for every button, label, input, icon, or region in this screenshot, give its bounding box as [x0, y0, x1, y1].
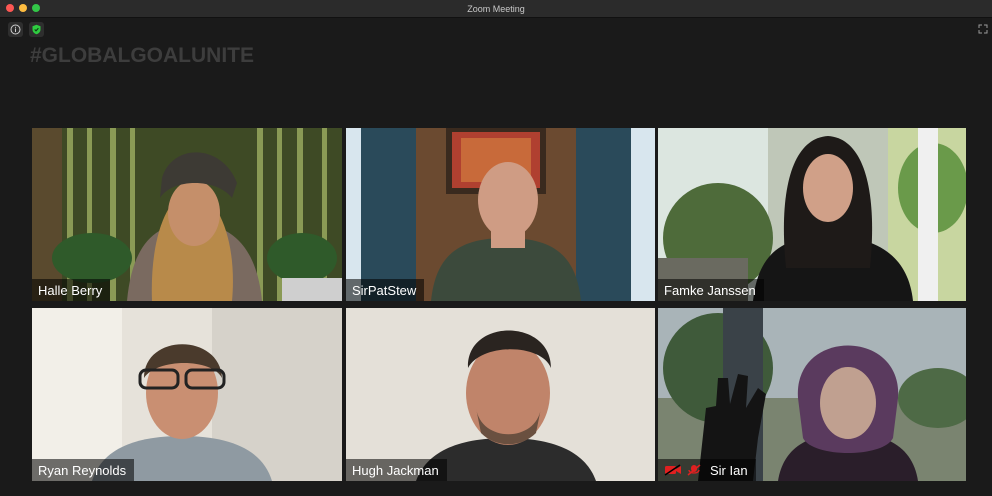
maximize-button[interactable] [32, 4, 40, 12]
event-hashtag: #GLOBALGOALUNITE [30, 44, 254, 67]
participant-name: Halle Berry [38, 282, 103, 298]
meeting-info-button[interactable] [8, 22, 23, 37]
video-tile-sirpatstew[interactable]: SirPatStew [346, 128, 655, 301]
shield-icon [32, 24, 41, 35]
video-feed [658, 308, 966, 481]
participant-name: Sir Ian [710, 462, 748, 478]
video-tile-hugh-jackman[interactable]: Hugh Jackman [346, 308, 655, 481]
video-feed [658, 128, 966, 301]
participant-nameplate: SirPatStew [346, 279, 425, 301]
minimize-button[interactable] [19, 4, 27, 12]
participant-name: Hugh Jackman [352, 462, 439, 478]
window-titlebar[interactable]: Zoom Meeting [0, 0, 992, 18]
participant-nameplate: Ryan Reynolds [32, 459, 135, 481]
video-tile-ryan-reynolds[interactable]: Ryan Reynolds [32, 308, 342, 481]
participant-nameplate: Hugh Jackman [346, 459, 447, 481]
participant-name: SirPatStew [352, 282, 417, 298]
participant-name: Famke Janssen [664, 282, 756, 298]
window-controls [6, 4, 40, 12]
participant-name: Ryan Reynolds [38, 462, 127, 478]
video-feed [346, 308, 655, 481]
meeting-info-toolbar [8, 22, 44, 37]
participant-nameplate: Sir Ian [658, 459, 756, 481]
muted-video-icon [664, 464, 681, 476]
muted-mic-icon [687, 464, 701, 476]
video-feed [32, 128, 342, 301]
close-button[interactable] [6, 4, 14, 12]
security-button[interactable] [29, 22, 44, 37]
video-tile-famke-janssen[interactable]: Famke Janssen [658, 128, 966, 301]
video-tile-halle-berry[interactable]: Halle Berry [32, 128, 342, 301]
participant-nameplate: Famke Janssen [658, 279, 764, 301]
window-title: Zoom Meeting [467, 3, 525, 14]
video-tile-sir-ian[interactable]: Sir Ian [658, 308, 966, 481]
fullscreen-icon[interactable] [978, 24, 988, 34]
info-icon [10, 24, 21, 35]
participant-nameplate: Halle Berry [32, 279, 111, 301]
video-feed [346, 128, 655, 301]
video-feed [32, 308, 342, 481]
